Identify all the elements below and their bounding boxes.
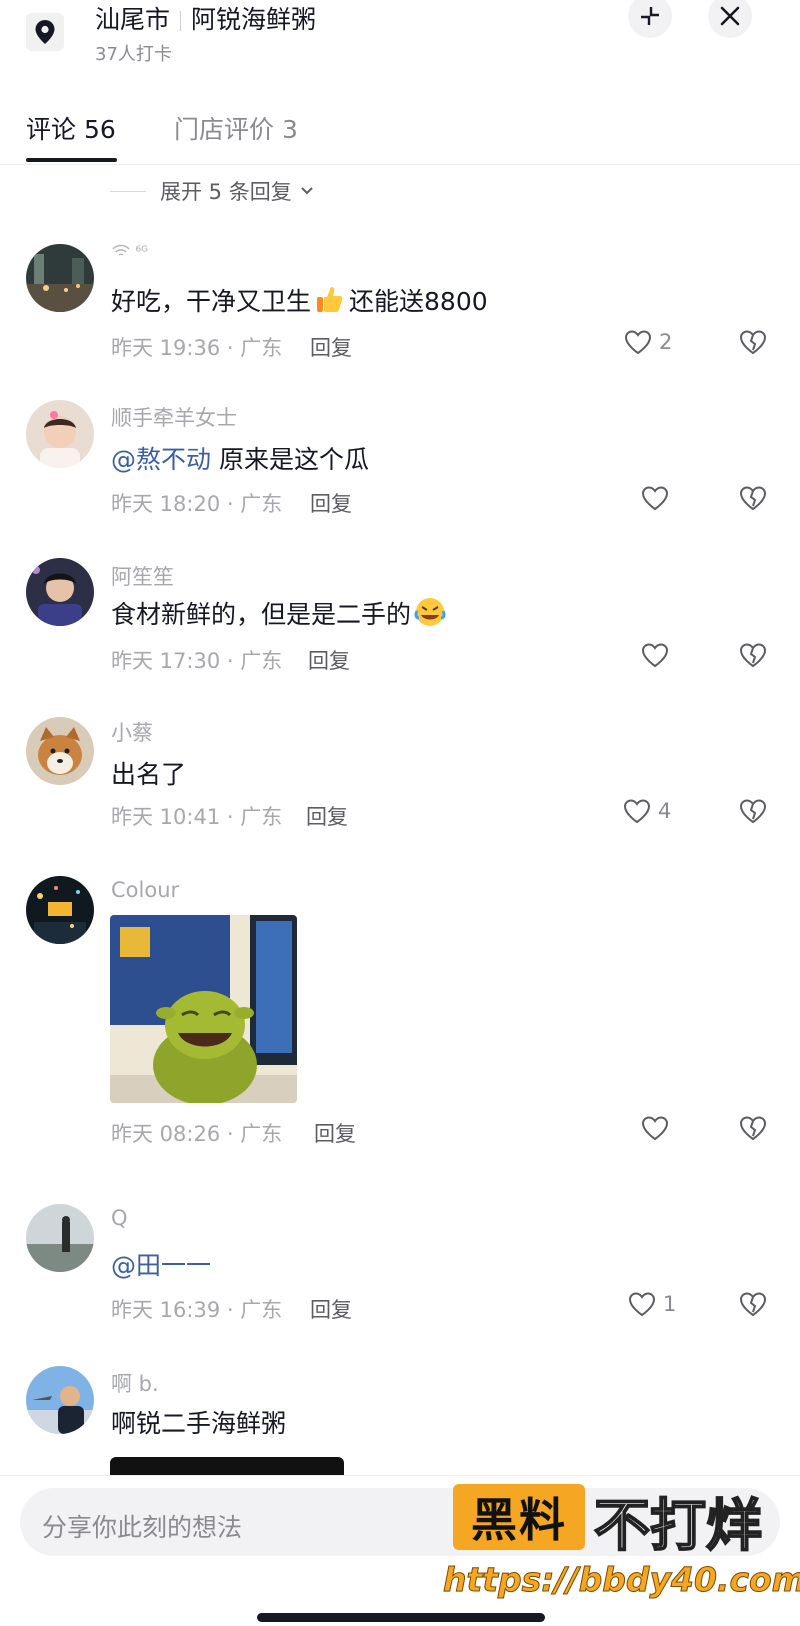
like-count: 1 xyxy=(663,1292,677,1316)
reply-button[interactable]: 回复 xyxy=(310,488,352,518)
heart-icon xyxy=(628,1292,656,1317)
watermark-badge: 黑料 xyxy=(453,1484,585,1550)
dislike-button[interactable] xyxy=(738,1290,768,1322)
comment-author[interactable]: 顺手牵羊女士 xyxy=(111,402,237,432)
heart-icon xyxy=(641,1116,669,1141)
like-count: 2 xyxy=(659,330,673,354)
comment-text: @田一一 xyxy=(111,1246,211,1282)
avatar[interactable] xyxy=(26,1366,94,1434)
close-button[interactable] xyxy=(708,0,752,38)
comment-time: 昨天 10:41 · 广东 xyxy=(111,805,283,829)
like-button[interactable]: 4 xyxy=(622,797,671,825)
avatar[interactable] xyxy=(26,400,94,468)
comment-tabs: 评论 56 门店评价 3 xyxy=(0,100,800,165)
comment-author[interactable]: Q xyxy=(111,1206,128,1230)
user-mention[interactable]: @田一一 xyxy=(111,1251,211,1280)
user-mention[interactable]: @熬不动 xyxy=(111,445,211,474)
close-icon xyxy=(720,6,740,26)
location-pin-icon xyxy=(26,13,64,51)
tab-comments[interactable]: 评论 56 xyxy=(26,110,116,146)
active-tab-indicator xyxy=(26,158,117,162)
like-button[interactable]: 1 xyxy=(627,1290,676,1318)
expand-replies-label: 展开 5 条回复 xyxy=(160,180,292,204)
comment-time: 昨天 17:30 · 广东 xyxy=(111,649,283,673)
shrek-laughing-image xyxy=(110,915,297,1103)
comment-text: 啊锐二手海鲜粥 xyxy=(111,1409,287,1438)
comment-time: 昨天 08:26 · 广东 xyxy=(111,1122,283,1146)
broken-heart-icon xyxy=(739,330,767,355)
avatar[interactable] xyxy=(26,717,94,785)
reply-button[interactable]: 回复 xyxy=(308,645,350,675)
broken-heart-icon xyxy=(739,1292,767,1317)
redaction-bar xyxy=(110,1457,344,1475)
comment-time: 昨天 19:36 · 广东 xyxy=(111,336,283,360)
broken-heart-icon xyxy=(739,486,767,511)
comment-author[interactable]: 啊 b. xyxy=(111,1368,159,1398)
avatar[interactable] xyxy=(26,1204,94,1272)
location-header: 汕尾市 阿锐海鲜粥 37人打卡 xyxy=(0,0,800,90)
comment-text: 食材新鲜的，但是是二手的 xyxy=(111,595,449,631)
checkin-count: 37人打卡 xyxy=(95,44,172,65)
watermark-url: https://bbdy40.com xyxy=(442,1560,800,1600)
avatar[interactable] xyxy=(26,558,94,626)
collapse-icon xyxy=(641,7,659,25)
reply-button[interactable]: 回复 xyxy=(306,801,348,831)
like-button[interactable] xyxy=(640,1114,670,1142)
comment-author[interactable]: Colour xyxy=(111,878,179,902)
chevron-down-icon xyxy=(301,187,313,195)
collapse-button[interactable] xyxy=(628,0,672,38)
comment-text: 出名了 xyxy=(111,760,187,789)
dislike-button[interactable] xyxy=(738,641,768,673)
comment-author[interactable]: 阿笙笙 xyxy=(111,561,174,591)
heart-icon xyxy=(623,799,651,824)
comment-time: 昨天 18:20 · 广东 xyxy=(111,492,283,516)
watermark-text: 不打烊 xyxy=(593,1493,763,1560)
rofl-emoji-icon xyxy=(414,598,446,626)
place-name: 阿锐海鲜粥 xyxy=(191,5,317,34)
heart-icon xyxy=(624,330,652,355)
avatar[interactable] xyxy=(26,244,94,312)
comment-composer: 分享你此刻的想法 黑料 不打烊 https://bbdy40.com xyxy=(0,1475,800,1626)
like-count: 4 xyxy=(658,799,672,823)
dislike-button[interactable] xyxy=(738,484,768,516)
comment-text: @熬不动 原来是这个瓜 xyxy=(111,445,369,474)
reply-button[interactable]: 回复 xyxy=(314,1118,356,1148)
broken-heart-icon xyxy=(739,1116,767,1141)
city-name: 汕尾市 xyxy=(95,5,171,34)
dislike-button[interactable] xyxy=(738,1114,768,1146)
location-title[interactable]: 汕尾市 阿锐海鲜粥 xyxy=(95,0,316,36)
avatar[interactable] xyxy=(26,876,94,944)
like-button[interactable] xyxy=(640,641,670,669)
wifi-icon xyxy=(112,244,130,256)
comment-text: 好吃，干净又卫生 还能送8800 xyxy=(111,282,488,318)
comment-time: 昨天 16:39 · 广东 xyxy=(111,1298,283,1322)
dislike-button[interactable] xyxy=(738,797,768,829)
divider xyxy=(110,190,146,192)
reply-button[interactable]: 回复 xyxy=(310,332,352,362)
heart-icon xyxy=(641,643,669,668)
like-button[interactable]: 2 xyxy=(623,328,672,356)
comment-input-placeholder: 分享你此刻的想法 xyxy=(42,1513,243,1542)
dislike-button[interactable] xyxy=(738,328,768,360)
tab-store-reviews[interactable]: 门店评价 3 xyxy=(174,110,298,146)
broken-heart-icon xyxy=(739,799,767,824)
like-button[interactable] xyxy=(640,484,670,512)
heart-icon xyxy=(641,486,669,511)
comment-author[interactable]: 小蔡 xyxy=(111,717,153,747)
comment-image[interactable] xyxy=(110,915,297,1103)
home-indicator[interactable] xyxy=(257,1613,545,1622)
broken-heart-icon xyxy=(739,643,767,668)
comment-author[interactable]: ⁶ᴳ xyxy=(111,244,148,260)
expand-replies-button[interactable]: 展开 5 条回复 xyxy=(110,176,316,206)
thumbs-up-emoji-icon xyxy=(317,287,343,312)
reply-button[interactable]: 回复 xyxy=(310,1294,352,1324)
